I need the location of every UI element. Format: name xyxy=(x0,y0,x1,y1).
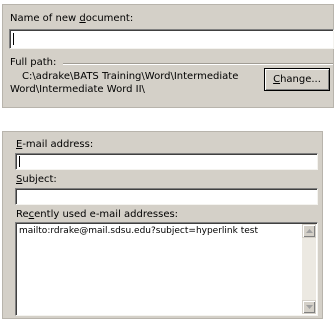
document-name-label: Name of new document: xyxy=(10,13,134,24)
arrow-up-icon xyxy=(306,229,313,233)
recent-addresses-list[interactable]: mailto:rdrake@mail.sdsu.edu?subject=hype… xyxy=(15,222,318,316)
full-path-line-1: C:\adrake\BATS Training\Word\Intermediat… xyxy=(22,71,239,82)
new-document-panel: Name of new document: Full path: C:\adra… xyxy=(2,4,334,108)
vertical-scrollbar[interactable] xyxy=(302,224,316,314)
recent-addresses-label: Recently used e-mail addresses: xyxy=(16,209,179,220)
arrow-down-icon xyxy=(306,305,313,309)
full-path-divider xyxy=(63,63,333,65)
text-caret xyxy=(19,156,20,167)
subject-input[interactable] xyxy=(15,188,318,205)
text-caret xyxy=(13,33,14,45)
subject-label: Subject: xyxy=(16,174,57,185)
email-address-input[interactable] xyxy=(15,153,318,170)
list-item[interactable]: mailto:rdrake@mail.sdsu.edu?subject=hype… xyxy=(19,226,258,236)
email-address-label: E-mail address: xyxy=(16,139,94,150)
email-panel: E-mail address: Subject: Recently used e… xyxy=(2,131,323,319)
scroll-down-button[interactable] xyxy=(302,300,316,314)
full-path-line-2: Word\Intermediate Word II\ xyxy=(10,84,145,95)
document-name-input[interactable] xyxy=(9,29,334,49)
full-path-label: Full path: xyxy=(10,57,57,68)
change-button[interactable]: Change... xyxy=(264,68,330,91)
scroll-up-button[interactable] xyxy=(302,224,316,238)
